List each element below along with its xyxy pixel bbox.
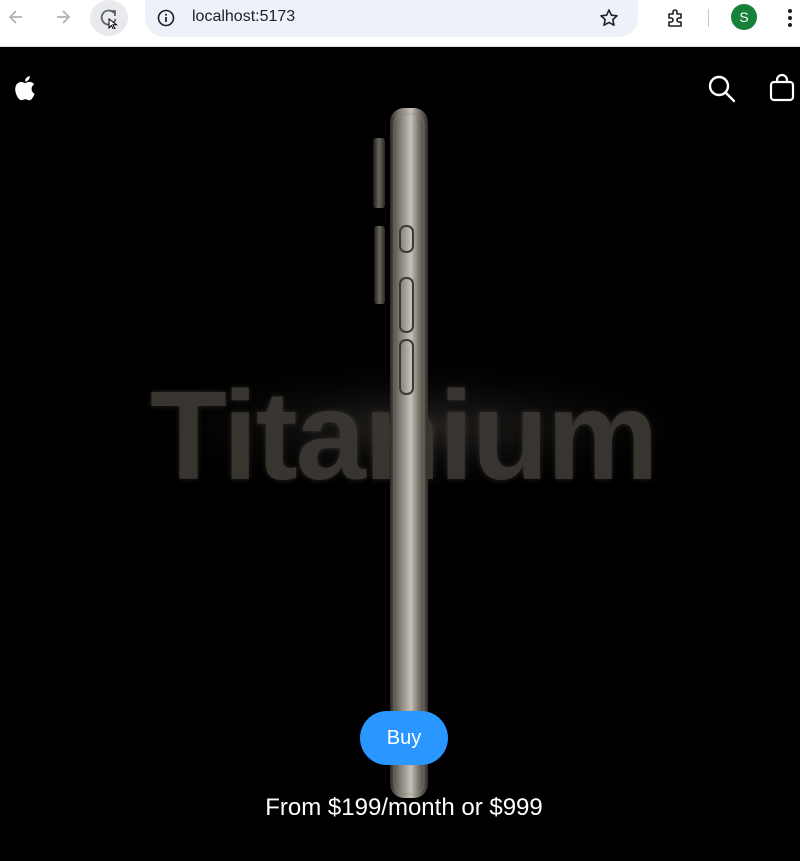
forward-button[interactable] [47,0,79,34]
reload-icon [100,9,118,29]
reload-button[interactable] [90,0,128,36]
shopping-bag-icon[interactable] [767,73,797,103]
search-icon[interactable] [707,74,737,104]
toolbar-divider [708,9,709,27]
kebab-menu-icon [788,9,792,27]
apple-logo-icon[interactable] [12,74,36,102]
price-text: From $199/month or $999 [265,794,543,821]
hero-page: Titanium Buy Fro [0,48,800,861]
puzzle-icon [668,9,682,27]
info-icon[interactable] [155,7,177,29]
profile-avatar[interactable]: S [731,4,757,30]
arrow-left-icon [8,10,22,24]
buy-button[interactable]: Buy [360,711,448,765]
iphone-side-image [373,108,428,798]
address-bar[interactable]: localhost:5173 [145,0,638,37]
browser-toolbar: localhost:5173 S [0,0,800,47]
back-button[interactable] [0,0,32,34]
browser-menu-button[interactable] [782,5,798,31]
star-icon[interactable] [597,6,621,30]
arrow-right-icon [57,10,71,24]
url-text: localhost:5173 [192,8,296,25]
extensions-button[interactable] [662,4,690,32]
